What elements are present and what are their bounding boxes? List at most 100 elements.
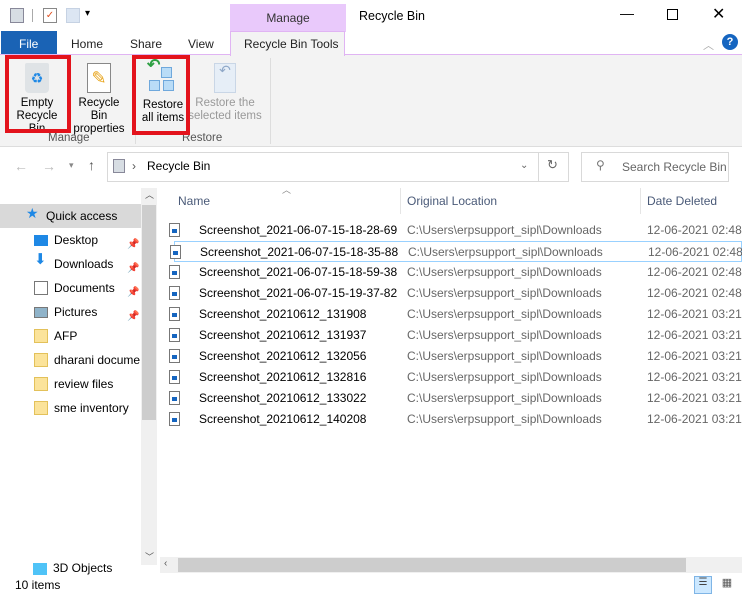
image-file-icon: [170, 245, 181, 259]
group-label-manage: Manage: [48, 132, 90, 144]
image-file-icon: [169, 412, 180, 426]
date-deleted: 12-06-2021 03:21: [647, 412, 742, 426]
nav-item-label: Quick access: [46, 209, 118, 223]
recent-locations-button[interactable]: ▾: [69, 160, 74, 171]
file-row[interactable]: Screenshot_20210612_132056 C:\Users\erpsu…: [169, 346, 742, 367]
file-name: Screenshot_20210612_132816: [199, 370, 367, 384]
file-row[interactable]: Screenshot_20210612_133022 C:\Users\erpsu…: [169, 388, 742, 409]
properties-icon: ✎: [87, 63, 111, 93]
date-deleted: 12-06-2021 03:21: [647, 307, 742, 321]
column-header-original-location[interactable]: Original Location: [407, 194, 497, 208]
file-row[interactable]: Screenshot_20210612_131908 C:\Users\erpsu…: [169, 304, 742, 325]
nav-item[interactable]: Pictures 📌: [0, 300, 141, 324]
file-row[interactable]: Screenshot_20210612_131937 C:\Users\erpsu…: [169, 325, 742, 346]
nav-item-label: review files: [54, 377, 114, 391]
collapse-ribbon-icon[interactable]: ︿: [703, 37, 714, 53]
tab-home[interactable]: Home: [71, 37, 103, 51]
date-deleted: 12-06-2021 03:21: [647, 349, 742, 363]
original-location: C:\Users\erpsupport_sipl\Downloads: [407, 307, 602, 321]
column-header-name[interactable]: Name: [178, 194, 210, 208]
file-name: Screenshot_2021-06-07-15-18-35-88: [200, 245, 399, 259]
horizontal-scrollbar[interactable]: ‹: [160, 557, 742, 573]
folder-icon: [34, 401, 48, 415]
column-header-date-deleted[interactable]: Date Deleted: [647, 194, 717, 208]
nav-scrollbar[interactable]: ︿ ﹀: [141, 188, 157, 565]
details-view-button[interactable]: ☰: [694, 576, 712, 594]
pictures-icon: [34, 307, 48, 318]
nav-item[interactable]: review files: [0, 372, 141, 396]
file-row[interactable]: Screenshot_2021-06-07-15-18-59-38 C:\User…: [169, 262, 742, 283]
date-deleted: 12-06-2021 02:48: [647, 286, 742, 300]
date-deleted: 12-06-2021 02:48: [647, 223, 742, 237]
breadcrumb-chevron-icon[interactable]: ›: [132, 159, 136, 173]
sort-ascending-icon: ︿: [282, 185, 292, 195]
folder-icon: [34, 353, 48, 367]
scroll-thumb[interactable]: [178, 558, 686, 572]
image-file-icon: [169, 286, 180, 300]
pin-icon[interactable]: 📌: [127, 233, 139, 252]
date-deleted: 12-06-2021 03:21: [647, 328, 742, 342]
original-location: C:\Users\erpsupport_sipl\Downloads: [407, 265, 602, 279]
tab-file-label: File: [19, 37, 39, 51]
nav-item-label: Desktop: [54, 233, 99, 247]
nav-pane: ★ Quick access Desktop 📌 ⬇ Downloads 📌 Document…: [0, 188, 160, 575]
nav-item[interactable]: ★ Quick access: [0, 204, 141, 228]
nav-item[interactable]: Desktop 📌: [0, 228, 141, 252]
customize-toolbar-icon[interactable]: ▾: [85, 8, 90, 19]
nav-item[interactable]: ⬇ Downloads 📌: [0, 252, 141, 276]
divider: [538, 153, 539, 181]
tab-share[interactable]: Share: [130, 37, 162, 51]
new-folder-icon[interactable]: [66, 8, 80, 23]
scroll-left-icon[interactable]: ‹: [164, 558, 167, 569]
pin-icon[interactable]: 📌: [127, 281, 139, 300]
nav-item[interactable]: Documents 📌: [0, 276, 141, 300]
recycle-bin-icon: [10, 8, 24, 23]
properties-icon[interactable]: ✓: [43, 8, 57, 23]
forward-button[interactable]: →: [42, 158, 56, 174]
file-row[interactable]: Screenshot_20210612_140208 C:\Users\erpsu…: [169, 409, 742, 430]
nav-item-label: dharani docume: [54, 353, 141, 367]
nav-item[interactable]: dharani docume: [0, 348, 141, 372]
context-group-label: Manage: [266, 11, 310, 25]
original-location: C:\Users\erpsupport_sipl\Downloads: [407, 223, 602, 237]
maximize-button[interactable]: [667, 9, 678, 20]
file-row[interactable]: Screenshot_2021-06-07-15-19-37-82 C:\User…: [169, 283, 742, 304]
nav-item-label: Documents: [54, 281, 115, 295]
scroll-thumb[interactable]: [142, 205, 156, 420]
tab-recycle-bin-tools-label: Recycle Bin Tools: [244, 37, 339, 51]
nav-item-label: Pictures: [54, 305, 98, 319]
folder-icon: [34, 377, 48, 391]
file-name: Screenshot_2021-06-07-15-19-37-82: [199, 286, 398, 300]
recycle-bin-properties-button[interactable]: ✎ Recycle Bin properties: [69, 59, 129, 136]
star-icon: ★: [26, 205, 39, 221]
nav-item[interactable]: sme inventory: [0, 396, 141, 420]
restore-selected-items-button: ↶ Restore the selected items: [188, 62, 262, 122]
breadcrumb-recycle-bin[interactable]: Recycle Bin: [147, 159, 210, 173]
refresh-button[interactable]: ↻: [547, 157, 558, 173]
original-location: C:\Users\erpsupport_sipl\Downloads: [407, 349, 602, 363]
highlight-restore-all-items: [132, 55, 190, 135]
minimize-button[interactable]: —: [620, 5, 634, 21]
file-name: Screenshot_20210612_133022: [199, 391, 367, 405]
back-button[interactable]: ←: [14, 158, 28, 174]
file-row[interactable]: Screenshot_2021-06-07-15-18-28-69 C:\User…: [169, 220, 742, 241]
divider: [400, 188, 401, 214]
file-name: Screenshot_20210612_140208: [199, 412, 367, 426]
tab-view[interactable]: View: [188, 37, 214, 51]
help-icon[interactable]: ?: [722, 34, 738, 50]
nav-item-3d-objects[interactable]: 3D Objects: [33, 561, 112, 575]
close-button[interactable]: ✕: [712, 4, 725, 24]
file-row[interactable]: Screenshot_20210612_132816 C:\Users\erpsu…: [169, 367, 742, 388]
nav-item[interactable]: AFP: [0, 324, 141, 348]
large-icons-view-button[interactable]: ▦: [718, 576, 736, 594]
scroll-down-icon[interactable]: ﹀: [145, 550, 154, 563]
original-location: C:\Users\erpsupport_sipl\Downloads: [407, 391, 602, 405]
image-file-icon: [169, 391, 180, 405]
up-button[interactable]: ↑: [88, 157, 95, 173]
image-file-icon: [169, 328, 180, 342]
pin-icon[interactable]: 📌: [127, 305, 139, 324]
file-row[interactable]: Screenshot_2021-06-07-15-18-35-88 C:\User…: [170, 241, 742, 262]
pin-icon[interactable]: 📌: [127, 257, 139, 276]
address-dropdown-icon[interactable]: ⌄: [520, 160, 528, 171]
scroll-up-icon[interactable]: ︿: [145, 188, 154, 201]
